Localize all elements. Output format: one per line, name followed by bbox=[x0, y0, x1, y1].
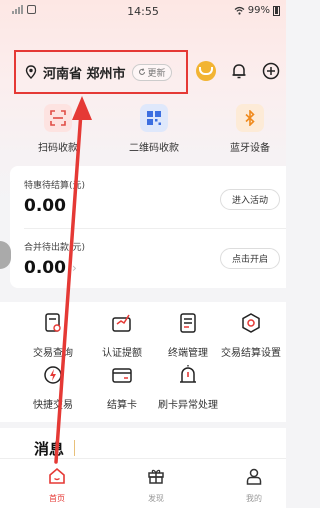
certification-icon bbox=[112, 314, 131, 332]
scan-icon bbox=[44, 104, 72, 132]
merge-title: 合并待出款(元) bbox=[24, 243, 86, 253]
coin-icon[interactable] bbox=[196, 61, 216, 81]
location-pin-icon bbox=[25, 65, 37, 79]
messages-title: 消息 bbox=[34, 440, 65, 458]
alert-icon bbox=[180, 365, 196, 383]
tool-label: 交易查询 bbox=[33, 348, 73, 359]
battery-percent: 99% bbox=[247, 5, 270, 16]
chevron-right-icon: › bbox=[71, 261, 77, 275]
location-text: 河南省 郑州市 bbox=[43, 66, 126, 82]
discount-amount: 0.00 bbox=[24, 196, 66, 216]
transaction-query-icon bbox=[45, 313, 61, 332]
tool-card-exception[interactable]: 刷卡异常处理 bbox=[148, 364, 228, 411]
battery-icon bbox=[273, 5, 280, 16]
settlement-card: 特惠待结算(元) 0.00 › 进入活动 合并待出款(元) 0.00 › 点击开… bbox=[10, 166, 286, 288]
settlement-settings-icon bbox=[242, 313, 260, 333]
tool-label: 交易结算设置 bbox=[221, 348, 281, 359]
tool-settlement-settings[interactable]: 交易结算设置 bbox=[216, 312, 286, 359]
merge-amount: 0.00 bbox=[24, 258, 66, 278]
bluetooth-device-button[interactable]: 蓝牙设备 bbox=[210, 104, 290, 154]
nav-home[interactable]: 首页 bbox=[27, 467, 87, 504]
gift-icon bbox=[148, 469, 164, 484]
merge-payout[interactable]: 合并待出款(元) 0.00 › bbox=[24, 240, 85, 278]
chevron-right-icon: › bbox=[71, 199, 77, 213]
messages-section: 消息 bbox=[0, 428, 286, 458]
scan-pay-button[interactable]: 扫码收款 bbox=[18, 104, 98, 154]
refresh-label: 更新 bbox=[147, 68, 166, 79]
nav-label: 首页 bbox=[49, 494, 65, 503]
nav-label: 我的 bbox=[246, 494, 262, 503]
qrcode-pay-button[interactable]: 二维码收款 bbox=[114, 104, 194, 154]
quick-action-label: 蓝牙设备 bbox=[230, 143, 270, 154]
home-icon bbox=[49, 467, 65, 484]
terminal-icon bbox=[180, 313, 196, 333]
qrcode-icon bbox=[140, 104, 168, 132]
quick-action-label: 扫码收款 bbox=[38, 143, 78, 154]
nav-mine[interactable]: 我的 bbox=[224, 467, 284, 504]
add-icon[interactable] bbox=[262, 62, 280, 80]
tool-quick-trade[interactable]: 快捷交易 bbox=[13, 364, 93, 411]
divider bbox=[74, 440, 75, 456]
tool-transaction-query[interactable]: 交易查询 bbox=[13, 312, 93, 359]
nav-label: 发现 bbox=[148, 494, 164, 503]
tools-grid: 交易查询 认证提额 终端管理 交易结算设置 快捷交易 结算卡 刷卡异常处理 bbox=[0, 302, 286, 422]
nav-discover[interactable]: 发现 bbox=[126, 467, 186, 504]
user-icon bbox=[246, 468, 262, 485]
enter-activity-button[interactable]: 进入活动 bbox=[219, 189, 280, 210]
quick-actions: 扫码收款 二维码收款 蓝牙设备 bbox=[0, 104, 286, 156]
status-bar: 14:55 99% bbox=[0, 0, 286, 22]
wifi-icon bbox=[234, 6, 245, 15]
enable-merge-button[interactable]: 点击开启 bbox=[219, 248, 280, 269]
bluetooth-icon bbox=[236, 104, 264, 132]
refresh-icon bbox=[138, 68, 145, 75]
bell-icon[interactable] bbox=[230, 62, 248, 80]
discount-title: 特惠待结算(元) bbox=[24, 181, 86, 191]
bottom-navigation: 首页 发现 我的 bbox=[0, 458, 286, 508]
tool-label: 快捷交易 bbox=[33, 400, 73, 411]
card-icon bbox=[112, 368, 132, 383]
quick-action-label: 二维码收款 bbox=[129, 143, 179, 154]
quick-trade-icon bbox=[44, 366, 62, 384]
location-selector[interactable]: 河南省 郑州市 更新 bbox=[14, 50, 188, 94]
tool-label: 刷卡异常处理 bbox=[158, 400, 218, 411]
discount-settlement[interactable]: 特惠待结算(元) 0.00 › bbox=[24, 178, 85, 216]
divider bbox=[24, 228, 286, 229]
refresh-location-button[interactable]: 更新 bbox=[131, 63, 172, 81]
